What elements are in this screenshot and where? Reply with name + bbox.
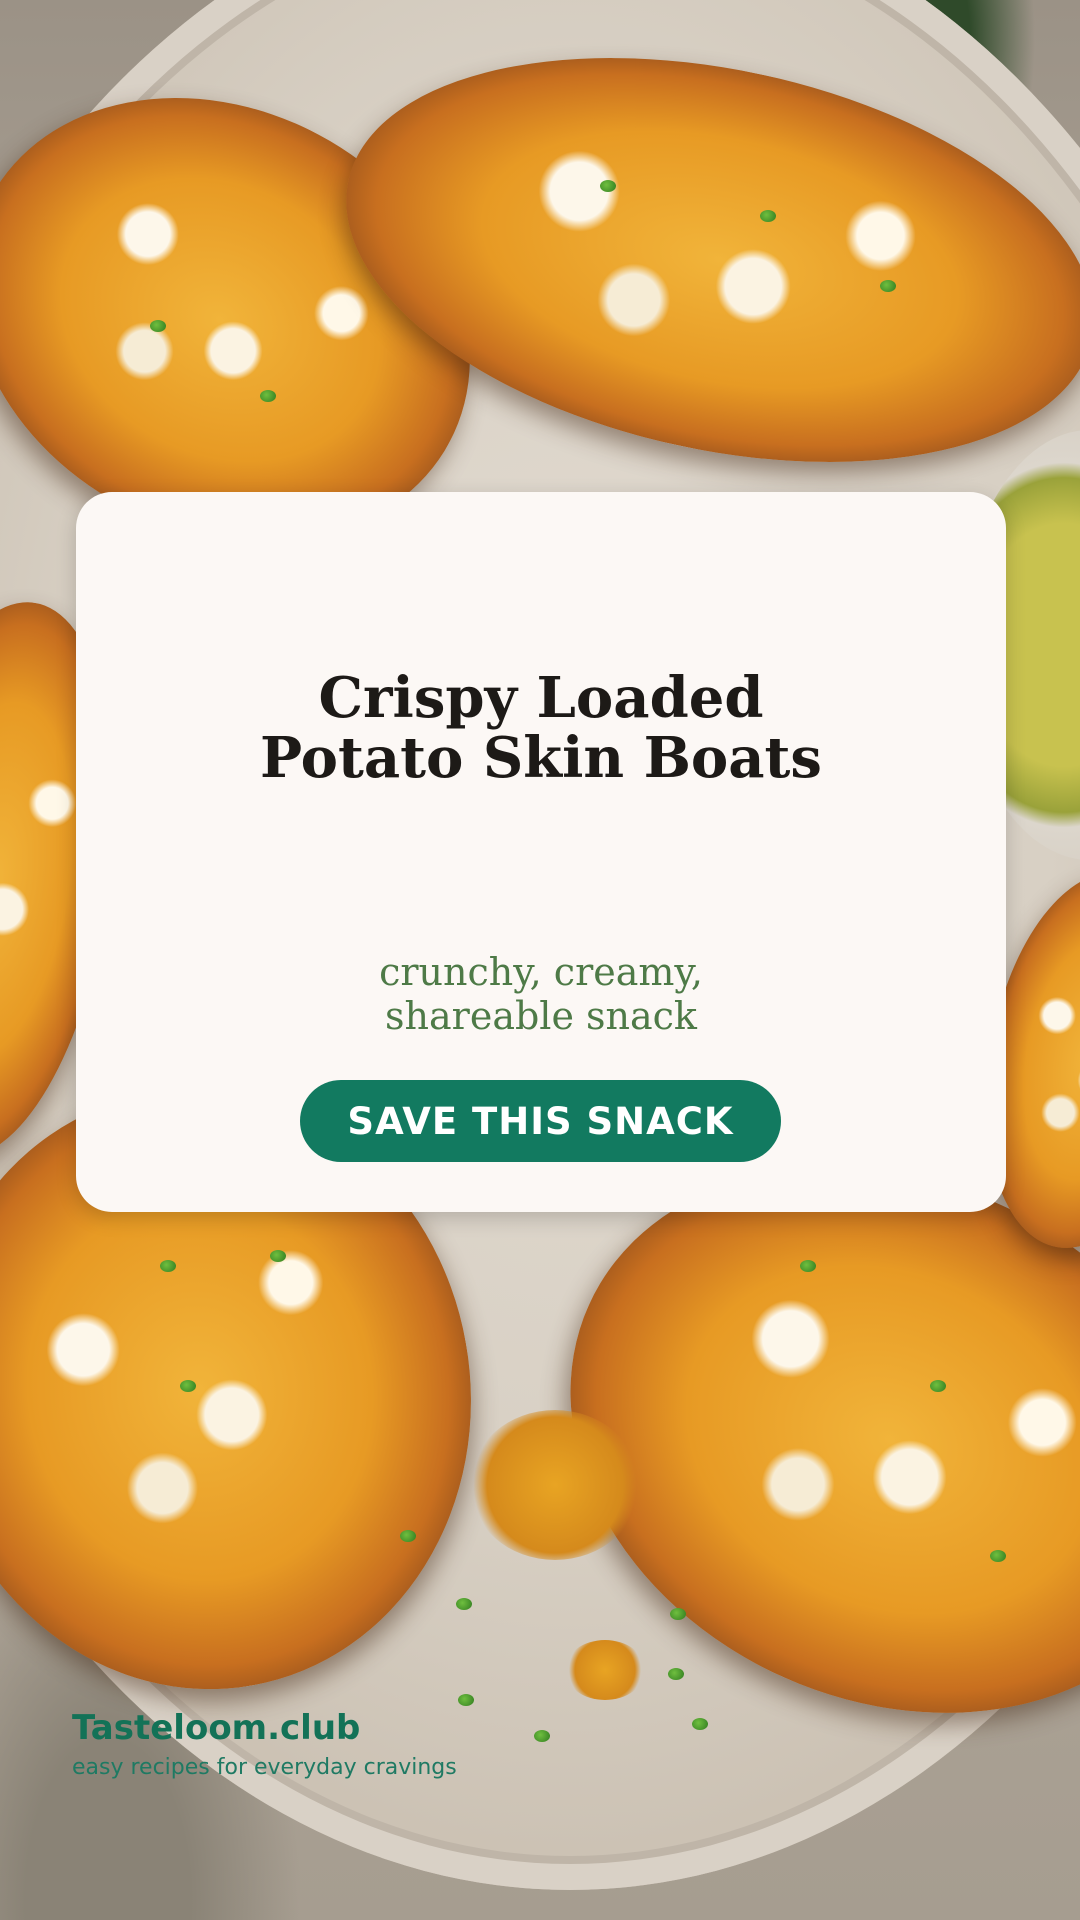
- chive: [600, 180, 616, 192]
- recipe-subtitle-line1: crunchy, creamy,: [379, 950, 703, 994]
- chive: [760, 210, 776, 222]
- chive: [534, 1730, 550, 1742]
- brand-tagline: easy recipes for everyday cravings: [72, 1755, 457, 1780]
- cheese-drip: [565, 1640, 645, 1700]
- chive: [456, 1598, 472, 1610]
- chive: [670, 1608, 686, 1620]
- chive: [880, 280, 896, 292]
- brand-footer: Tasteloom.club easy recipes for everyday…: [72, 1708, 457, 1782]
- chive: [270, 1250, 286, 1262]
- chive: [692, 1718, 708, 1730]
- brand-name: Tasteloom.club: [72, 1708, 361, 1748]
- recipe-card: Crispy Loaded Potato Skin Boats crunchy, …: [76, 492, 1006, 1212]
- chive: [930, 1380, 946, 1392]
- recipe-title-line1: Crispy Loaded: [318, 665, 764, 731]
- chive: [150, 320, 166, 332]
- recipe-subtitle: crunchy, creamy, shareable snack: [136, 950, 946, 1038]
- cheese-drip: [470, 1410, 640, 1560]
- chive: [260, 390, 276, 402]
- save-snack-button[interactable]: SAVE THIS SNACK: [300, 1080, 781, 1162]
- recipe-subtitle-line2: shareable snack: [385, 994, 697, 1038]
- chive: [160, 1260, 176, 1272]
- chive: [458, 1694, 474, 1706]
- chive: [668, 1668, 684, 1680]
- chive: [180, 1380, 196, 1392]
- recipe-title-line2: Potato Skin Boats: [260, 725, 822, 791]
- chive: [990, 1550, 1006, 1562]
- chive: [400, 1530, 416, 1542]
- recipe-title: Crispy Loaded Potato Skin Boats: [136, 668, 946, 788]
- chive: [800, 1260, 816, 1272]
